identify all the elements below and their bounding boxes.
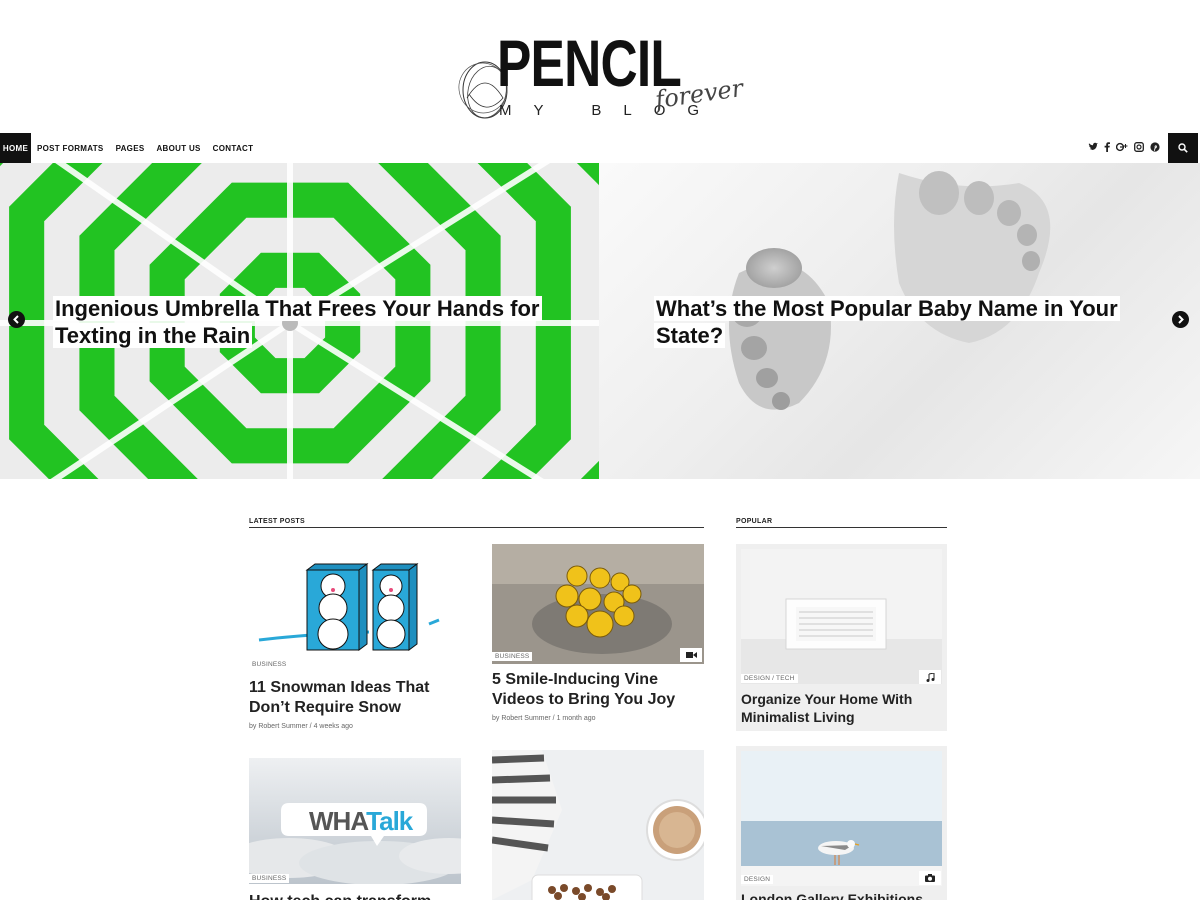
slide-title[interactable]: Ingenious Umbrella That Frees Your Hands… bbox=[53, 295, 543, 349]
slider-next-button[interactable] bbox=[1172, 311, 1189, 328]
pinterest-icon[interactable] bbox=[1150, 141, 1160, 155]
nav-item-home[interactable]: HOME bbox=[0, 133, 31, 163]
slide-title[interactable]: What’s the Most Popular Baby Name in You… bbox=[654, 295, 1124, 349]
speaker-image bbox=[741, 549, 942, 684]
popular-heading: POPULAR bbox=[736, 518, 947, 528]
post-image[interactable] bbox=[741, 751, 942, 886]
site-logo[interactable]: PENCIL MY BLOG forever bbox=[455, 30, 755, 130]
smiley-cookies-image bbox=[492, 544, 704, 664]
featured-slider: Ingenious Umbrella That Frees Your Hands… bbox=[0, 163, 1200, 479]
search-button[interactable] bbox=[1168, 133, 1198, 163]
instagram-icon[interactable] bbox=[1134, 141, 1144, 155]
post-category[interactable]: DESIGN bbox=[741, 875, 774, 884]
popular-post-card[interactable]: DESIGN / TECH Organize Your Home With Mi… bbox=[736, 544, 947, 731]
post-image[interactable] bbox=[492, 544, 704, 664]
post-category[interactable]: BUSINESS bbox=[492, 652, 533, 661]
popular-post-card[interactable]: DESIGN London Gallery Exhibitions bbox=[736, 746, 947, 900]
post-title[interactable]: 5 Smile-Inducing Vine Videos to Bring Yo… bbox=[492, 670, 692, 710]
coffee-image bbox=[492, 750, 704, 900]
nav-item-pages[interactable]: PAGES bbox=[110, 133, 151, 163]
post-title[interactable]: London Gallery Exhibitions bbox=[741, 890, 941, 900]
google-plus-icon[interactable] bbox=[1115, 142, 1128, 155]
facebook-icon[interactable] bbox=[1104, 141, 1110, 155]
image-caption-part-1: WHA bbox=[309, 806, 367, 836]
post-title[interactable]: Organize Your Home With Minimalist Livin… bbox=[741, 690, 941, 726]
post-meta: by Robert Summer / 4 weeks ago bbox=[249, 723, 353, 730]
post-image[interactable]: WHATalk bbox=[249, 758, 461, 884]
post-image[interactable] bbox=[741, 549, 942, 684]
snowman-image bbox=[258, 563, 440, 651]
post-card[interactable] bbox=[492, 750, 704, 900]
search-icon bbox=[1178, 143, 1188, 153]
seagull-image bbox=[741, 751, 942, 886]
post-card[interactable]: BUSINESS 5 Smile-Inducing Vine Videos to… bbox=[492, 544, 704, 734]
post-title[interactable]: 11 Snowman Ideas That Don’t Require Snow bbox=[249, 678, 449, 718]
nav-item-contact[interactable]: CONTACT bbox=[207, 133, 260, 163]
chevron-right-icon bbox=[1178, 315, 1184, 324]
post-card[interactable]: WHATalk BUSINESS How tech can transform bbox=[249, 758, 461, 900]
post-category[interactable]: BUSINESS bbox=[249, 660, 290, 669]
main-nav: HOME POST FORMATS PAGES ABOUT US CONTACT bbox=[0, 133, 1200, 163]
nav-item-post-formats[interactable]: POST FORMATS bbox=[31, 133, 110, 163]
music-icon bbox=[919, 670, 941, 684]
post-title[interactable]: How tech can transform bbox=[249, 892, 449, 900]
nav-item-about-us[interactable]: ABOUT US bbox=[150, 133, 206, 163]
camera-icon bbox=[919, 871, 941, 885]
social-links bbox=[1088, 133, 1160, 163]
twitter-icon[interactable] bbox=[1088, 142, 1098, 155]
slide-baby[interactable]: What’s the Most Popular Baby Name in You… bbox=[599, 163, 1200, 479]
video-icon bbox=[680, 648, 702, 662]
post-image[interactable] bbox=[249, 544, 461, 660]
chevron-left-icon bbox=[13, 315, 19, 324]
post-category[interactable]: BUSINESS bbox=[249, 874, 290, 883]
post-meta: by Robert Summer / 1 month ago bbox=[492, 715, 596, 722]
slide-umbrella[interactable]: Ingenious Umbrella That Frees Your Hands… bbox=[0, 163, 599, 479]
post-category[interactable]: DESIGN / TECH bbox=[741, 674, 798, 683]
image-caption-part-2: Talk bbox=[366, 806, 413, 836]
latest-posts-heading: LATEST POSTS bbox=[249, 518, 704, 528]
post-image[interactable] bbox=[492, 750, 704, 900]
slider-prev-button[interactable] bbox=[8, 311, 25, 328]
post-card[interactable]: BUSINESS 11 Snowman Ideas That Don’t Req… bbox=[249, 544, 461, 734]
image-caption: WHATalk bbox=[309, 806, 413, 837]
